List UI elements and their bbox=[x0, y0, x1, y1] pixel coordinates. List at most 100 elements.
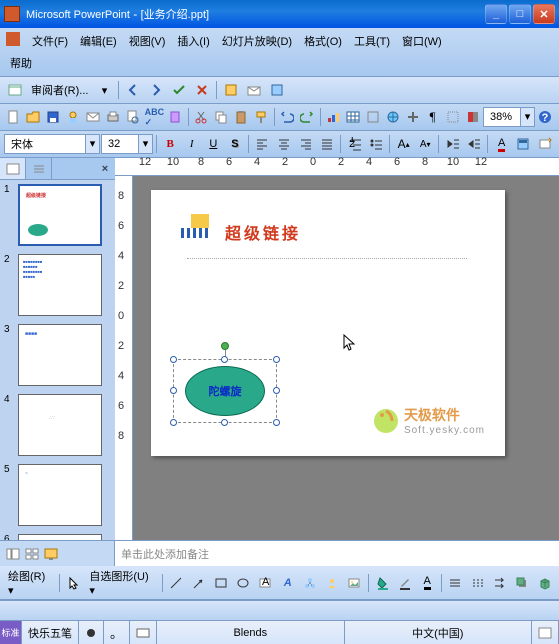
menu-file[interactable]: 文件(F) bbox=[26, 30, 74, 52]
draw-menu[interactable]: 绘图(R) ▾ bbox=[4, 568, 56, 597]
numbering-icon[interactable]: 12 bbox=[344, 133, 365, 155]
arrow-icon[interactable] bbox=[188, 572, 209, 594]
oval-icon[interactable] bbox=[233, 572, 254, 594]
font-color-draw-icon[interactable]: A bbox=[417, 572, 438, 594]
resize-handle[interactable] bbox=[170, 387, 177, 394]
textbox-icon[interactable]: A bbox=[255, 572, 276, 594]
ime-punct-icon[interactable]: 。 bbox=[104, 621, 130, 644]
underline-button[interactable]: U bbox=[203, 133, 224, 155]
distributed-icon[interactable] bbox=[317, 133, 338, 155]
font-size-dropdown[interactable]: 32 ▾ bbox=[101, 134, 153, 154]
decrease-font-icon[interactable]: A▾ bbox=[415, 133, 436, 155]
dash-style-icon[interactable] bbox=[467, 572, 488, 594]
accept-change-icon[interactable] bbox=[168, 79, 190, 101]
insert-table-icon[interactable] bbox=[343, 106, 362, 128]
3d-style-icon[interactable] bbox=[534, 572, 555, 594]
resize-handle[interactable] bbox=[170, 419, 177, 426]
arrow-style-icon[interactable] bbox=[489, 572, 510, 594]
font-color-icon[interactable]: A bbox=[491, 133, 512, 155]
autoshapes-menu[interactable]: 自选图形(U) ▾ bbox=[85, 568, 158, 597]
maximize-button[interactable]: □ bbox=[509, 4, 531, 24]
increase-font-icon[interactable]: A▴ bbox=[393, 133, 414, 155]
email-icon[interactable] bbox=[84, 106, 103, 128]
insert-picture-icon[interactable] bbox=[344, 572, 365, 594]
resize-handle[interactable] bbox=[170, 356, 177, 363]
close-button[interactable]: ✕ bbox=[533, 4, 555, 24]
notes-placeholder[interactable]: 单击此处添加备注 bbox=[115, 543, 559, 565]
print-icon[interactable] bbox=[104, 106, 123, 128]
thumbnails-list[interactable]: 1 超级链接 2 ■■■■■■■■■■■■■■■■■■■■■■■■■■■ 3 ■… bbox=[0, 180, 115, 540]
select-objects-icon[interactable] bbox=[63, 572, 84, 594]
save-icon[interactable] bbox=[44, 106, 63, 128]
horizontal-ruler[interactable]: 12 10 8 6 4 2 0 2 4 6 8 10 12 bbox=[115, 158, 559, 176]
reject-change-icon[interactable] bbox=[191, 79, 213, 101]
resize-handle[interactable] bbox=[273, 356, 280, 363]
ime-switch-icon[interactable]: 标准 bbox=[0, 621, 22, 644]
slideshow-view-icon[interactable] bbox=[42, 545, 60, 563]
align-center-icon[interactable] bbox=[274, 133, 295, 155]
slide[interactable]: 超级链接 bbox=[151, 190, 505, 456]
open-icon[interactable] bbox=[24, 106, 43, 128]
resize-handle[interactable] bbox=[221, 419, 228, 426]
resize-handle[interactable] bbox=[221, 356, 228, 363]
menu-view[interactable]: 视图(V) bbox=[123, 30, 172, 52]
print-preview-icon[interactable] bbox=[124, 106, 143, 128]
diagram-icon[interactable] bbox=[299, 572, 320, 594]
show-formatting-icon[interactable]: ¶ bbox=[423, 106, 442, 128]
line-icon[interactable] bbox=[166, 572, 187, 594]
wordart-icon[interactable]: A bbox=[277, 572, 298, 594]
slide-canvas-area[interactable]: 超级链接 bbox=[133, 176, 559, 540]
font-dropdown[interactable]: 宋体 ▾ bbox=[4, 134, 100, 154]
ime-status-icon[interactable] bbox=[532, 621, 559, 644]
ime-name[interactable]: 快乐五笔 bbox=[22, 621, 79, 644]
slide-title[interactable]: 超级链接 bbox=[181, 214, 301, 250]
permission-icon[interactable] bbox=[64, 106, 83, 128]
track-changes-icon[interactable] bbox=[220, 79, 242, 101]
ime-softkbd-icon[interactable] bbox=[130, 621, 157, 644]
undo-icon[interactable] bbox=[278, 106, 297, 128]
end-review-icon[interactable] bbox=[266, 79, 288, 101]
send-review-icon[interactable] bbox=[243, 79, 265, 101]
menu-help[interactable]: 帮助 bbox=[4, 52, 555, 74]
menu-slideshow[interactable]: 幻灯片放映(D) bbox=[216, 30, 298, 52]
sorter-view-icon[interactable] bbox=[23, 545, 41, 563]
resize-handle[interactable] bbox=[273, 387, 280, 394]
help-icon[interactable]: ? bbox=[536, 106, 555, 128]
copy-icon[interactable] bbox=[212, 106, 231, 128]
tab-slides[interactable] bbox=[0, 158, 26, 179]
zoom-dropdown[interactable]: 38% ▾ bbox=[483, 107, 535, 127]
slide-thumbnail-6[interactable]: 6 bbox=[0, 530, 115, 540]
shadow-button[interactable]: S bbox=[225, 133, 246, 155]
spellcheck-icon[interactable]: ABC✓ bbox=[144, 106, 166, 128]
normal-view-icon[interactable] bbox=[4, 545, 22, 563]
format-painter-icon[interactable] bbox=[252, 106, 271, 128]
bullets-icon[interactable] bbox=[366, 133, 387, 155]
review-menu-icon[interactable] bbox=[4, 79, 26, 101]
line-style-icon[interactable] bbox=[445, 572, 466, 594]
next-change-icon[interactable] bbox=[145, 79, 167, 101]
slide-thumbnail-5[interactable]: 5 ~ bbox=[0, 460, 115, 530]
new-icon[interactable] bbox=[4, 106, 23, 128]
rectangle-icon[interactable] bbox=[210, 572, 231, 594]
ime-fullwidth-icon[interactable] bbox=[79, 621, 104, 644]
resize-handle[interactable] bbox=[273, 419, 280, 426]
bold-button[interactable]: B bbox=[160, 133, 181, 155]
menu-edit[interactable]: 编辑(E) bbox=[74, 30, 123, 52]
menu-insert[interactable]: 插入(I) bbox=[171, 30, 215, 52]
menu-window[interactable]: 窗口(W) bbox=[396, 30, 448, 52]
align-right-icon[interactable] bbox=[295, 133, 316, 155]
rotate-handle-icon[interactable] bbox=[221, 342, 229, 350]
expand-all-icon[interactable] bbox=[403, 106, 422, 128]
line-color-icon[interactable] bbox=[394, 572, 415, 594]
minimize-button[interactable]: _ bbox=[485, 4, 507, 24]
fill-color-icon[interactable] bbox=[372, 572, 393, 594]
slide-thumbnail-2[interactable]: 2 ■■■■■■■■■■■■■■■■■■■■■■■■■■■ bbox=[0, 250, 115, 320]
color-grayscale-icon[interactable] bbox=[463, 106, 482, 128]
vertical-ruler[interactable]: 8 6 4 2 0 2 4 6 8 bbox=[115, 176, 133, 540]
tables-borders-icon[interactable] bbox=[363, 106, 382, 128]
design-icon[interactable] bbox=[513, 133, 534, 155]
menu-format[interactable]: 格式(O) bbox=[298, 30, 348, 52]
shadow-style-icon[interactable] bbox=[512, 572, 533, 594]
research-icon[interactable] bbox=[166, 106, 185, 128]
slide-thumbnail-3[interactable]: 3 ■■■■ bbox=[0, 320, 115, 390]
